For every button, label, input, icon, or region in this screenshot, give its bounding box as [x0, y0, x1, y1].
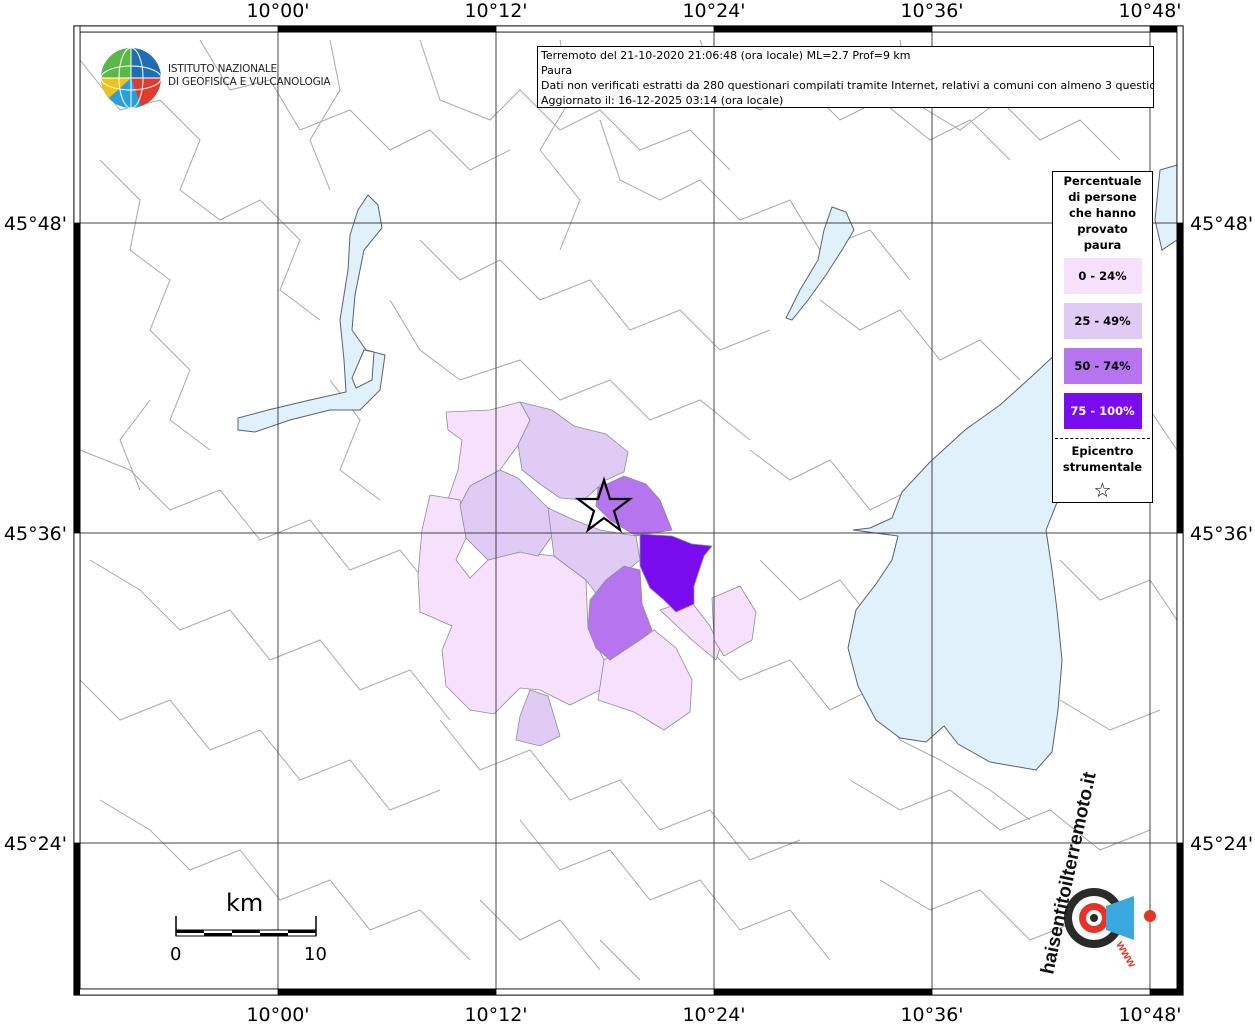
- latitude-labels-left: 45°48' 45°36' 45°24': [4, 213, 67, 855]
- institute-name-line1: ISTITUTO NAZIONALE: [168, 63, 277, 75]
- star-icon: ☆: [1093, 478, 1112, 502]
- lat-tick-label: 45°48': [4, 213, 67, 235]
- legend-title: Percentuale di persone che hanno provato…: [1063, 174, 1142, 252]
- lon-tick-label: 10°00': [246, 1004, 309, 1024]
- legend-class-label: 0 - 24%: [1078, 269, 1127, 283]
- lat-tick-label: 45°24': [1190, 833, 1253, 855]
- lat-tick-label: 45°36': [4, 523, 67, 545]
- legend-separator: [1055, 438, 1150, 439]
- lat-tick-label: 45°36': [1190, 523, 1253, 545]
- scale-min-label: 0: [170, 944, 182, 965]
- map-subject: Paura: [541, 64, 573, 77]
- latitude-labels-right: 45°48' 45°36' 45°24': [1190, 213, 1253, 855]
- longitude-labels-top: 10°00' 10°12' 10°24' 10°36' 10°48': [246, 0, 1181, 22]
- institute-logo-text: ISTITUTO NAZIONALE DI GEOFISICA E VULCAN…: [168, 63, 331, 89]
- institute-name-line2: DI GEOFISICA E VULCANOLOGIA: [168, 76, 331, 88]
- map-legend: Percentuale di persone che hanno provato…: [1052, 171, 1153, 503]
- intensity-map: 10°00' 10°12' 10°24' 10°36' 10°48' 10°00…: [4, 0, 1253, 1024]
- lon-tick-label: 10°36': [900, 1004, 963, 1024]
- longitude-labels-bottom: 10°00' 10°12' 10°24' 10°36' 10°48': [246, 1004, 1181, 1024]
- event-info-box: Terremoto del 21-10-2020 21:06:48 (ora l…: [537, 46, 1154, 108]
- lon-tick-label: 10°12': [464, 1004, 527, 1024]
- lon-tick-label: 10°24': [682, 1004, 745, 1024]
- lon-tick-label: 10°12': [464, 0, 527, 22]
- legend-class-25-49: 25 - 49%: [1063, 303, 1142, 339]
- lat-tick-label: 45°24': [4, 833, 67, 855]
- ingv-globe-icon: [100, 47, 162, 109]
- legend-class-0-24: 0 - 24%: [1063, 258, 1142, 294]
- legend-class-label: 50 - 74%: [1074, 359, 1131, 373]
- legend-class-label: 25 - 49%: [1074, 314, 1131, 328]
- event-title: Terremoto del 21-10-2020 21:06:48 (ora l…: [541, 49, 911, 62]
- legend-class-75-100: 75 - 100%: [1063, 393, 1142, 429]
- scale-unit-label: km: [226, 889, 264, 917]
- lon-tick-label: 10°24': [682, 0, 745, 22]
- data-note: Dati non verificati estratti da 280 ques…: [541, 79, 1154, 92]
- lon-tick-label: 10°48': [1118, 1004, 1181, 1024]
- legend-class-50-74: 50 - 74%: [1063, 348, 1142, 384]
- scale-max-label: 10: [304, 944, 327, 965]
- legend-class-label: 75 - 100%: [1070, 404, 1135, 418]
- update-timestamp: Aggiornato il: 16-12-2025 03:14 (ora loc…: [541, 94, 784, 107]
- lon-tick-label: 10°00': [246, 0, 309, 22]
- lat-tick-label: 45°48': [1190, 213, 1253, 235]
- lon-tick-label: 10°36': [900, 0, 963, 22]
- legend-epicenter-label: Epicentro strumentale: [1062, 444, 1143, 474]
- lon-tick-label: 10°48': [1118, 0, 1181, 22]
